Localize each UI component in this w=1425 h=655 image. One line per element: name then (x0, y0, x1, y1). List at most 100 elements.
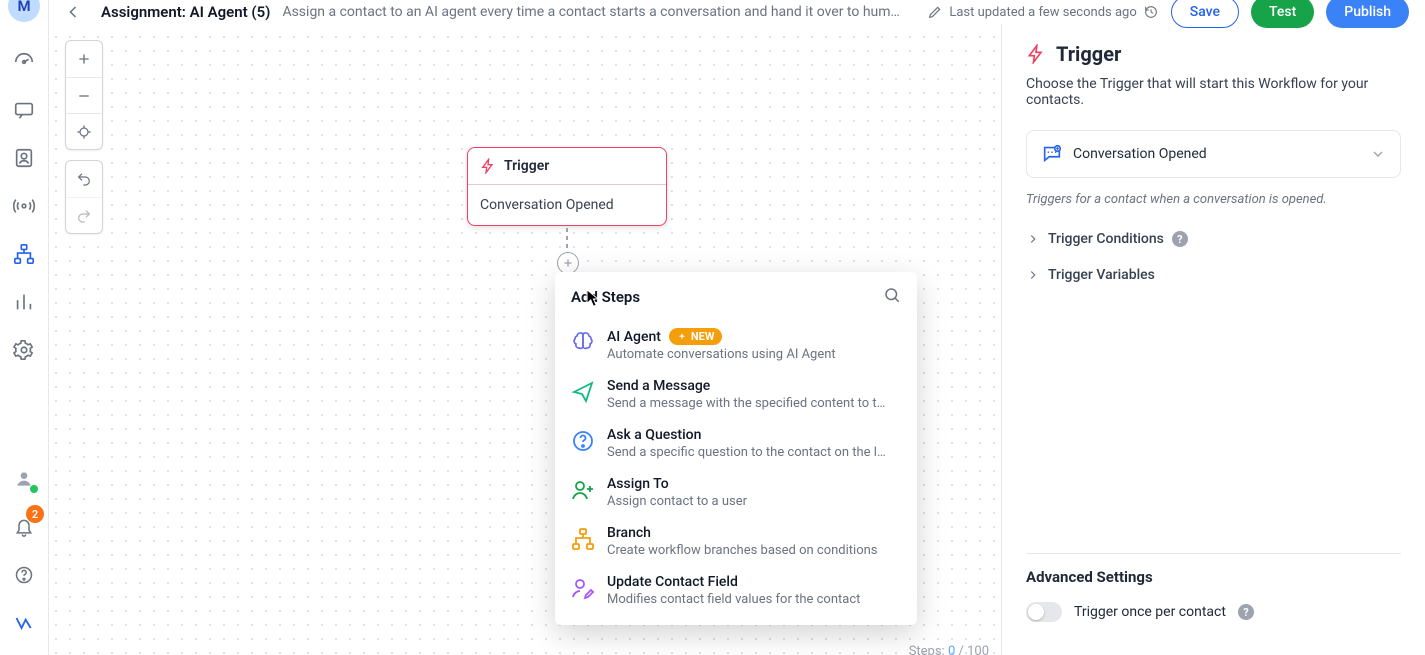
trigger-node[interactable]: Trigger Conversation Opened (467, 147, 667, 226)
step-option-ai-agent[interactable]: AI Agent NEW Automate conversations usin… (559, 320, 913, 370)
trigger-node-body: Conversation Opened (468, 185, 666, 225)
nav-rail: M 2 (0, 0, 49, 655)
section-label: Trigger Variables (1048, 267, 1155, 283)
panel-title: Trigger (1056, 42, 1121, 66)
workflow-description: Assign a contact to an AI agent every ti… (282, 4, 902, 20)
step-option-branch[interactable]: Branch Create workflow branches based on… (559, 517, 913, 566)
bolt-icon (1026, 44, 1046, 64)
popover-title: Add Steps (571, 288, 640, 306)
nav-reports[interactable] (4, 282, 44, 322)
step-subtitle: Create workflow branches based on condit… (607, 543, 901, 558)
step-title: Update Contact Field (607, 574, 901, 590)
sparkle-icon (677, 332, 687, 342)
workspace-avatar[interactable]: M (8, 0, 40, 22)
help-tooltip-icon[interactable]: ? (1172, 231, 1188, 247)
user-plus-icon (571, 478, 595, 502)
redo-icon (76, 208, 92, 224)
step-option-update-contact-field[interactable]: Update Contact Field Modifies contact fi… (559, 566, 913, 615)
trigger-once-label: Trigger once per contact (1074, 604, 1226, 620)
step-option-send-message[interactable]: Send a Message Send a message with the s… (559, 370, 913, 419)
broadcast-icon (13, 195, 35, 217)
workflow-canvas[interactable]: Trigger Conversation Opened Add Steps AI… (49, 24, 1001, 655)
bars-icon (13, 291, 35, 313)
step-subtitle: Automate conversations using AI Agent (607, 347, 901, 362)
search-icon (883, 286, 901, 304)
step-subtitle: Send a message with the specified conten… (607, 396, 901, 411)
rail-help[interactable] (4, 555, 44, 595)
zoom-in-button[interactable] (66, 41, 102, 77)
question-circle-icon (571, 429, 595, 453)
test-button[interactable]: Test (1251, 0, 1314, 28)
nav-workflows[interactable] (4, 234, 44, 274)
nav-settings[interactable] (4, 330, 44, 370)
trigger-variables-section[interactable]: Trigger Variables (1026, 257, 1401, 293)
rail-notifications[interactable]: 2 (4, 507, 44, 547)
trigger-hint: Triggers for a contact when a conversati… (1026, 192, 1401, 207)
popover-search-button[interactable] (883, 286, 901, 308)
step-list: AI Agent NEW Automate conversations usin… (555, 314, 917, 625)
nav-dashboard[interactable] (4, 42, 44, 82)
bolt-icon (480, 158, 496, 174)
step-subtitle: Send a specific question to the contact … (607, 445, 901, 460)
workflow-title[interactable]: Assignment: AI Agent (5) (101, 3, 270, 21)
advanced-settings-title: Advanced Settings (1026, 568, 1401, 586)
step-subtitle: Modifies contact field values for the co… (607, 592, 901, 607)
step-title: Ask a Question (607, 427, 901, 443)
step-title: AI Agent (607, 329, 661, 345)
panel-divider (1026, 553, 1401, 554)
nav-contacts[interactable] (4, 138, 44, 178)
trigger-node-header: Trigger (468, 148, 666, 185)
conversation-icon (1041, 143, 1063, 165)
online-dot-icon (30, 485, 38, 493)
chat-icon (13, 99, 35, 121)
canvas-toolbar (65, 40, 103, 244)
nav-broadcast[interactable] (4, 186, 44, 226)
notification-badge: 2 (26, 505, 44, 523)
trigger-config-panel: Trigger Choose the Trigger that will sta… (1001, 24, 1425, 655)
recenter-button[interactable] (66, 113, 102, 149)
redo-button[interactable] (66, 197, 102, 233)
back-button[interactable] (57, 0, 89, 28)
trigger-node-title: Trigger (504, 158, 549, 174)
step-subtitle: Assign contact to a user (607, 494, 901, 509)
avatar-letter: M (17, 0, 30, 15)
brand-mark-icon (14, 613, 34, 633)
rail-brand[interactable] (4, 603, 44, 643)
last-updated: Last updated a few seconds ago (927, 4, 1158, 20)
steps-counter: Steps: 0 / 100 (909, 644, 989, 655)
zoom-out-button[interactable] (66, 77, 102, 113)
pencil-icon (927, 4, 943, 20)
send-icon (571, 380, 595, 404)
minus-icon (76, 88, 92, 104)
new-badge: NEW (669, 328, 723, 345)
publish-button[interactable]: Publish (1326, 0, 1409, 28)
save-button[interactable]: Save (1171, 0, 1239, 28)
arrow-left-icon (63, 2, 83, 22)
trigger-selected-label: Conversation Opened (1073, 146, 1207, 162)
chevron-right-icon (1026, 232, 1040, 246)
brain-icon (571, 330, 595, 354)
chevron-right-icon (1026, 268, 1040, 282)
step-title: Branch (607, 525, 901, 541)
gauge-icon (13, 51, 35, 73)
user-edit-icon (571, 576, 595, 600)
trigger-once-toggle[interactable] (1026, 602, 1062, 622)
branch-icon (571, 527, 595, 551)
chevron-down-icon (1370, 146, 1386, 162)
plus-icon (562, 257, 574, 269)
add-step-button[interactable] (557, 252, 579, 274)
help-tooltip-icon[interactable]: ? (1238, 604, 1254, 620)
last-updated-text: Last updated a few seconds ago (949, 5, 1136, 20)
history-icon[interactable] (1143, 4, 1159, 20)
trigger-conditions-section[interactable]: Trigger Conditions ? (1026, 221, 1401, 257)
trigger-selector[interactable]: Conversation Opened (1026, 130, 1401, 178)
nav-inbox[interactable] (4, 90, 44, 130)
step-title: Assign To (607, 476, 901, 492)
undo-icon (76, 171, 92, 187)
undo-button[interactable] (66, 161, 102, 197)
crosshair-icon (76, 124, 92, 140)
step-option-ask-question[interactable]: Ask a Question Send a specific question … (559, 419, 913, 468)
step-option-assign-to[interactable]: Assign To Assign contact to a user (559, 468, 913, 517)
section-label: Trigger Conditions (1048, 231, 1164, 247)
rail-presence[interactable] (4, 459, 44, 499)
